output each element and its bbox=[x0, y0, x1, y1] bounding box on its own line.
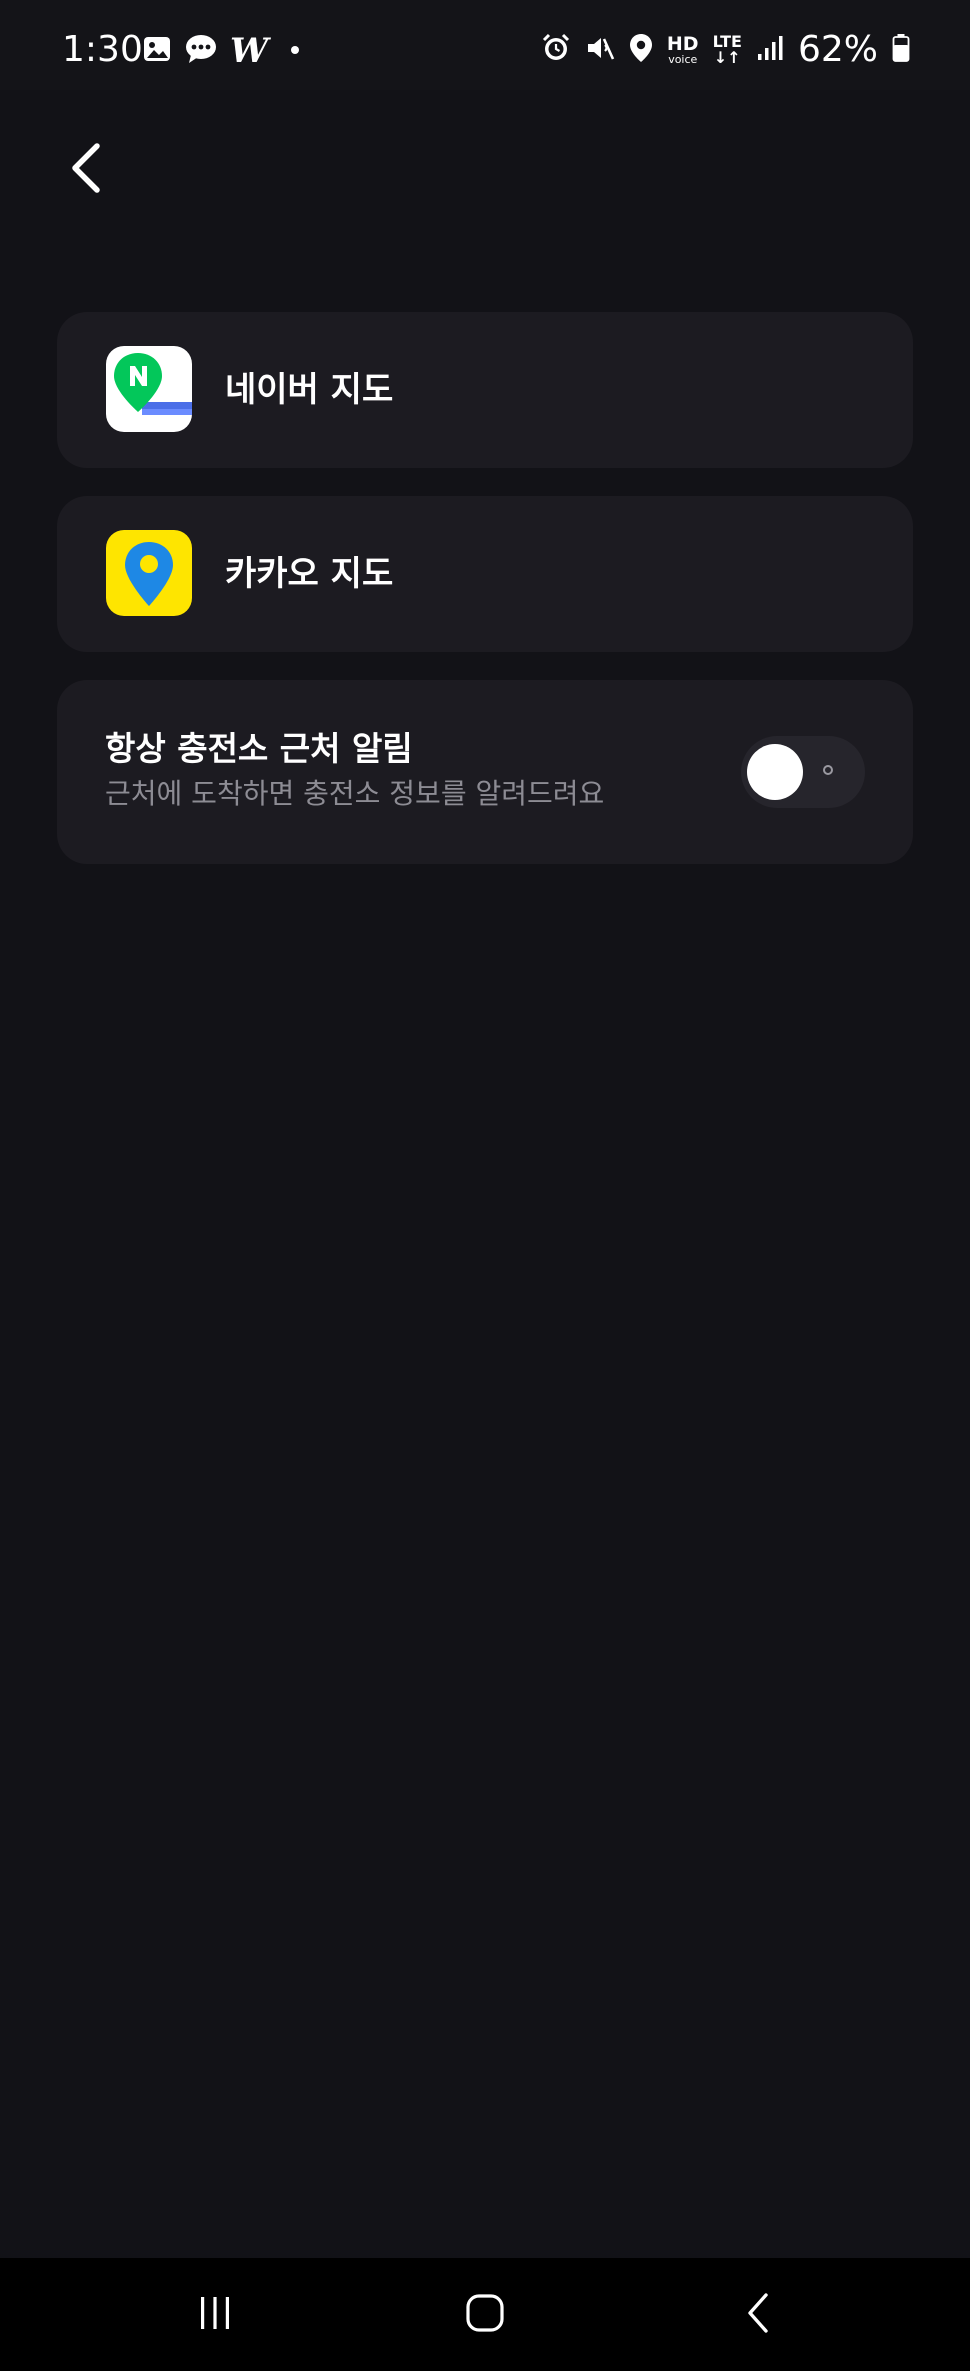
alarm-icon bbox=[541, 33, 571, 67]
app-label-kakao: 카카오 지도 bbox=[225, 554, 394, 594]
system-back-button[interactable] bbox=[718, 2282, 798, 2348]
app-label-naver: 네이버 지도 bbox=[225, 370, 394, 410]
back-button[interactable] bbox=[50, 130, 120, 210]
hd-label: HD bbox=[666, 33, 699, 55]
toggle-knob bbox=[747, 744, 803, 800]
map-app-option-kakao[interactable]: 카카오 지도 bbox=[57, 496, 913, 652]
lte-icon: LTE ↓↑ bbox=[713, 34, 742, 66]
location-icon bbox=[629, 33, 653, 67]
mute-icon bbox=[585, 33, 615, 67]
voice-label: voice bbox=[668, 53, 698, 66]
w-app-icon: W bbox=[230, 31, 269, 71]
naver-map-icon bbox=[106, 346, 192, 432]
hd-voice-icon: HD voice bbox=[666, 33, 699, 66]
chevron-left-icon bbox=[65, 140, 105, 200]
recents-icon bbox=[195, 2293, 235, 2337]
notification-icons: W bbox=[142, 33, 310, 69]
battery-percent: 62% bbox=[797, 29, 878, 70]
nearby-alert-description: 근처에 도착하면 충전소 정보를 알려드려요 bbox=[105, 777, 605, 810]
lte-arrows: ↓↑ bbox=[713, 48, 741, 67]
map-app-option-naver[interactable]: 네이버 지도 bbox=[57, 312, 913, 468]
recents-button[interactable] bbox=[175, 2282, 255, 2348]
back-icon bbox=[742, 2291, 774, 2339]
system-status-icons: HD voice LTE ↓↑ 62% bbox=[541, 30, 910, 70]
kakao-map-icon bbox=[106, 530, 192, 616]
nearby-alert-setting: 항상 충전소 근처 알림 근처에 도착하면 충전소 정보를 알려드려요 bbox=[57, 680, 913, 864]
status-time: 1:30 bbox=[62, 29, 143, 70]
nearby-alert-toggle[interactable] bbox=[741, 736, 865, 808]
system-nav-bar bbox=[0, 2258, 970, 2371]
home-button[interactable] bbox=[445, 2282, 525, 2348]
battery-icon bbox=[892, 33, 910, 67]
gallery-icon bbox=[142, 34, 172, 68]
toggle-off-indicator-icon bbox=[823, 765, 833, 775]
message-icon bbox=[184, 33, 218, 69]
home-icon bbox=[464, 2292, 506, 2338]
dot-icon bbox=[280, 34, 310, 68]
nearby-alert-title: 항상 충전소 근처 알림 bbox=[105, 729, 413, 768]
signal-icon bbox=[756, 33, 784, 67]
status-bar: 1:30 W HD voice LTE ↓↑ 62% bbox=[0, 0, 970, 90]
